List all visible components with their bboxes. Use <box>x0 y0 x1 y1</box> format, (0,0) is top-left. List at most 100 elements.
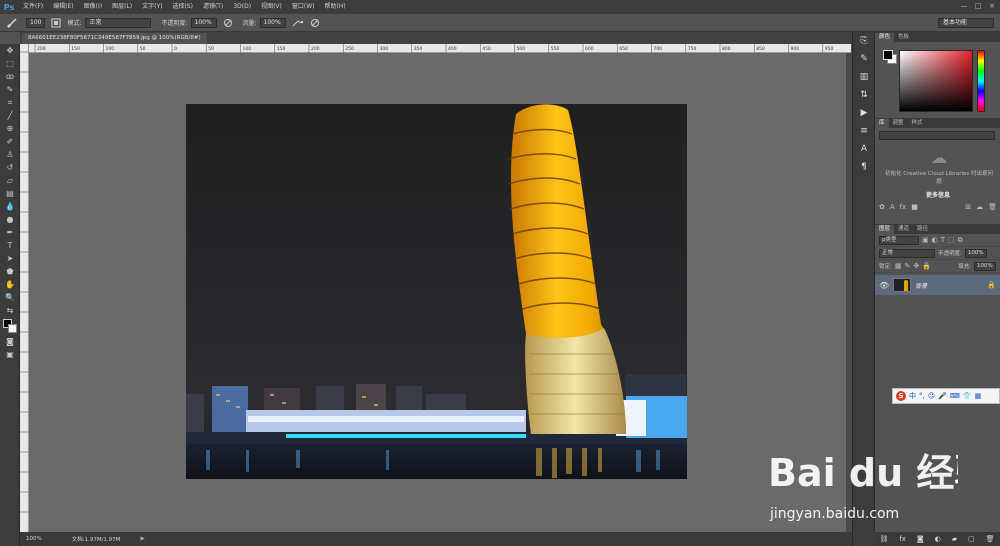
more-info-link[interactable]: 更多信息 <box>875 190 1000 199</box>
menu-window[interactable]: 窗口(W) <box>287 0 320 14</box>
brush-tool-icon[interactable]: ✐ <box>0 135 20 148</box>
document-tab[interactable]: 8A6601EE238F80F5671C349E587F7859.jpg @ 1… <box>22 33 207 44</box>
new-group-icon[interactable]: ▰ <box>952 535 957 543</box>
color-spectrum[interactable] <box>899 50 973 112</box>
eyedropper-tool-icon[interactable]: ╱ <box>0 109 20 122</box>
status-arrow-icon[interactable]: ▶ <box>140 536 144 542</box>
blur-tool-icon[interactable]: 💧 <box>0 200 20 213</box>
menu-view[interactable]: 视图(V) <box>256 0 287 14</box>
healing-brush-tool-icon[interactable]: ⊕ <box>0 122 20 135</box>
menu-3d[interactable]: 3D(D) <box>228 0 256 14</box>
eraser-tool-icon[interactable]: ▱ <box>0 174 20 187</box>
zoom-tool-icon[interactable]: 🔍 <box>0 291 20 304</box>
menu-type[interactable]: 文字(Y) <box>137 0 167 14</box>
add-style-icon[interactable]: fx <box>899 535 906 543</box>
type-tool-icon[interactable]: T <box>0 239 20 252</box>
flow-input[interactable]: 100% <box>259 17 286 28</box>
maximize-button[interactable]: □ <box>974 2 982 10</box>
quick-select-tool-icon[interactable]: ✎ <box>0 83 20 96</box>
layer-opacity-input[interactable]: 100% <box>964 248 987 258</box>
document-image[interactable] <box>186 104 687 479</box>
library-sync-icon[interactable]: ☁ <box>976 203 983 211</box>
library-trash-icon[interactable]: 🗑 <box>988 203 997 211</box>
visibility-eye-icon[interactable]: 👁 <box>879 281 889 290</box>
crop-tool-icon[interactable]: ⌗ <box>0 96 20 109</box>
hand-tool-icon[interactable]: ✋ <box>0 278 20 291</box>
ime-lang-toggle[interactable]: 中 <box>909 391 916 401</box>
tab-libraries[interactable]: 库 <box>875 119 889 128</box>
lock-position-icon[interactable]: ✥ <box>913 262 919 270</box>
color-swatches[interactable] <box>0 317 20 335</box>
clone-stamp-tool-icon[interactable]: ♙ <box>0 148 20 161</box>
menu-help[interactable]: 帮助(H) <box>320 0 351 14</box>
brush-size-picker[interactable]: 100 <box>26 17 46 28</box>
tab-swatches[interactable]: 色板 <box>894 33 913 42</box>
tab-channels[interactable]: 通道 <box>894 225 913 234</box>
lock-paint-icon[interactable]: ✎ <box>904 262 910 270</box>
lock-all-icon[interactable]: 🔒 <box>922 262 931 270</box>
vertical-ruler[interactable] <box>20 44 29 532</box>
pen-tool-icon[interactable]: ✒ <box>0 226 20 239</box>
add-layer-style-icon[interactable]: fx <box>900 203 907 211</box>
workspace-select[interactable]: 基本功能 <box>938 18 994 28</box>
gradient-tool-icon[interactable]: ▤ <box>0 187 20 200</box>
lasso-tool-icon[interactable]: ꝏ <box>0 70 20 83</box>
brush-panel-toggle[interactable] <box>51 18 61 28</box>
background-color-swatch[interactable] <box>8 324 17 333</box>
swap-colors-icon[interactable]: ⇆ <box>0 304 20 317</box>
add-mask-icon[interactable]: ◙ <box>917 535 924 543</box>
actions-icon[interactable]: ▶ <box>853 104 875 122</box>
menu-edit[interactable]: 编辑(E) <box>48 0 78 14</box>
brush-tool-preset[interactable] <box>6 18 20 28</box>
clone-source-icon[interactable]: ⇅ <box>853 86 875 104</box>
add-character-style-icon[interactable]: A <box>890 203 895 211</box>
delete-layer-icon[interactable]: 🗑 <box>986 535 995 543</box>
opacity-input[interactable]: 100% <box>190 17 217 28</box>
sogou-logo[interactable]: S <box>896 391 906 401</box>
airbrush-icon[interactable] <box>292 18 304 28</box>
library-view-icon[interactable]: ⊞ <box>965 203 971 211</box>
move-tool-icon[interactable]: ✥ <box>0 44 20 57</box>
link-layers-icon[interactable]: ⛓ <box>879 535 888 543</box>
character-icon[interactable]: A <box>853 140 875 158</box>
ime-voice-icon[interactable]: 🎤 <box>938 392 947 400</box>
brush-panel-icon[interactable]: ▥ <box>853 68 875 86</box>
screen-mode-icon[interactable]: ▣ <box>0 348 20 361</box>
menu-filter[interactable]: 滤镜(T) <box>198 0 228 14</box>
dodge-tool-icon[interactable]: ● <box>0 213 20 226</box>
filter-pixel-icon[interactable]: ▣ <box>922 236 929 244</box>
layer-item-background[interactable]: 👁 背景 🔒 <box>875 275 1000 295</box>
filter-shape-icon[interactable]: ⬚ <box>948 236 955 244</box>
layer-filter-kind[interactable]: ρ类型 <box>879 235 919 245</box>
blend-mode-select[interactable]: 正常 <box>879 248 935 258</box>
horizontal-ruler[interactable]: 200 150 100 50 0 50 100 150 200 250 300 350 400 450 50… <box>29 44 851 53</box>
history-brush-tool-icon[interactable]: ↺ <box>0 161 20 174</box>
zoom-level[interactable]: 100% <box>26 536 42 542</box>
ime-emoji-icon[interactable]: ☺ <box>928 392 935 400</box>
filter-adjustment-icon[interactable]: ◐ <box>932 236 938 244</box>
menu-select[interactable]: 选择(S) <box>167 0 198 14</box>
close-button[interactable]: × <box>988 2 996 10</box>
add-color-icon[interactable]: ■ <box>911 203 918 211</box>
paragraph-icon[interactable]: ¶ <box>853 158 875 176</box>
pressure-size-icon[interactable] <box>310 18 320 28</box>
ime-punctuation[interactable]: °, <box>919 392 925 400</box>
tab-color[interactable]: 颜色 <box>875 33 895 42</box>
filter-type-icon[interactable]: T <box>941 236 945 244</box>
add-graphic-icon[interactable]: ✿ <box>879 203 885 211</box>
mode-select[interactable]: 正常 <box>85 17 152 28</box>
foreground-color[interactable] <box>883 50 893 60</box>
marquee-tool-icon[interactable]: ⬚ <box>0 57 20 70</box>
minimize-button[interactable]: — <box>960 2 968 10</box>
fill-input[interactable]: 100% <box>974 261 996 271</box>
brush-presets-icon[interactable]: ✎ <box>853 50 875 68</box>
new-layer-icon[interactable]: ▢ <box>968 535 975 543</box>
tab-adjustments[interactable]: 调整 <box>889 119 908 128</box>
history-panel-icon[interactable]: ⎘ <box>853 32 875 50</box>
ime-toolbox-icon[interactable]: ▦ <box>975 392 982 400</box>
hue-slider[interactable] <box>977 50 985 112</box>
library-select[interactable] <box>879 131 995 140</box>
new-adjustment-icon[interactable]: ◐ <box>935 535 941 543</box>
ime-keyboard-icon[interactable]: ⌨ <box>950 392 960 400</box>
menu-layer[interactable]: 图层(L) <box>107 0 137 14</box>
